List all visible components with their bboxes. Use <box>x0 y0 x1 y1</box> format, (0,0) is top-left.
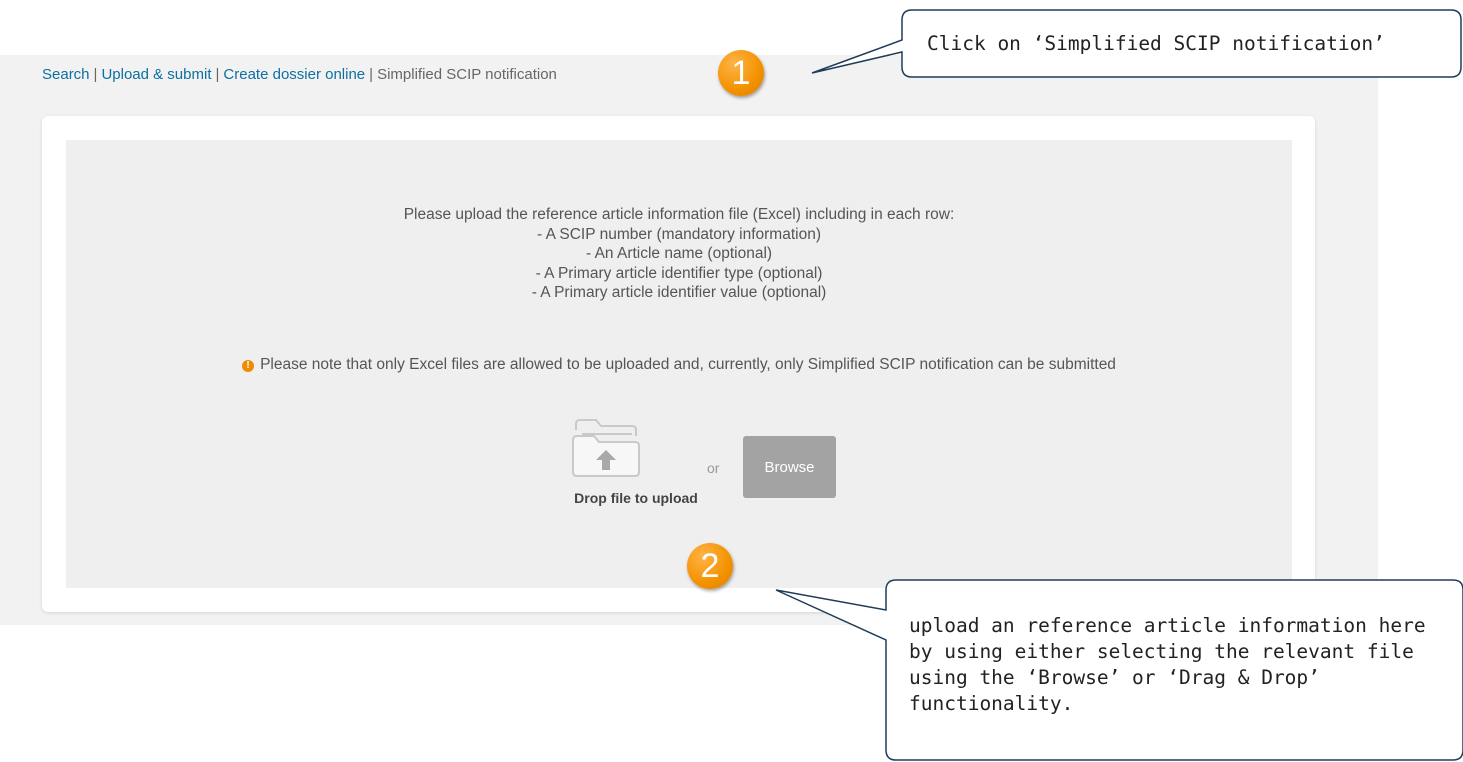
instruction-item: - A SCIP number (mandatory information) <box>536 225 821 243</box>
breadcrumb-separator: | <box>215 66 220 83</box>
notice-text: Please note that only Excel files are al… <box>260 356 1116 373</box>
breadcrumb-separator: | <box>93 66 98 83</box>
instruction-item: - An Article name (optional) <box>585 245 773 262</box>
instructions-intro: Please upload the reference article info… <box>403 206 955 223</box>
breadcrumb-current-simplified-scip[interactable]: Simplified SCIP notification <box>377 66 557 83</box>
folder-upload-icon <box>572 419 640 477</box>
browse-button[interactable]: Browse <box>743 436 836 498</box>
instruction-item: - A Primary article identifier type (opt… <box>535 264 823 282</box>
breadcrumb: Search | Upload & submit | Create dossier on… <box>42 66 557 83</box>
drop-file-label: Drop file to upload <box>574 490 698 506</box>
breadcrumb-link-create-dossier[interactable]: Create dossier online <box>223 66 365 83</box>
callout-2-text: upload an reference article information … <box>909 614 1426 715</box>
drop-file-area[interactable]: Drop file to upload <box>566 414 706 514</box>
excel-only-notice: ! Please note that only Excel files are a… <box>66 356 1292 374</box>
or-label: or <box>707 460 720 476</box>
instruction-item: - A Primary article identifier value (op… <box>531 284 827 301</box>
file-dropzone[interactable]: Please upload the reference article info… <box>66 140 1292 588</box>
callout-1-text: Click on ‘Simplified SCIP notification’ <box>927 32 1385 55</box>
upload-instructions: Please upload the reference article info… <box>66 205 1292 303</box>
step-1-marker: 1 <box>718 50 764 96</box>
exclamation-circle-icon: ! <box>242 360 255 372</box>
breadcrumb-link-upload-submit[interactable]: Upload & submit <box>101 66 211 83</box>
breadcrumb-separator: | <box>369 66 374 83</box>
breadcrumb-link-search[interactable]: Search <box>42 66 90 83</box>
step-2-marker: 2 <box>687 543 733 589</box>
upload-card: Please upload the reference article info… <box>42 116 1315 612</box>
